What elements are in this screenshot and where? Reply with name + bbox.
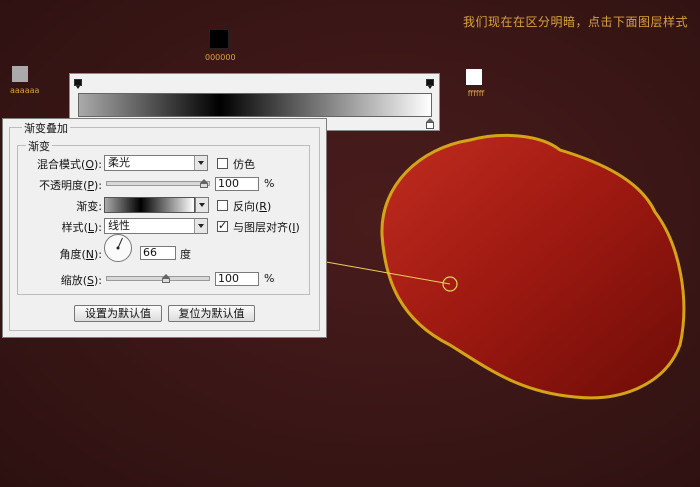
align-with-layer-checkbox[interactable] bbox=[217, 219, 228, 232]
gradient-overlay-panel: 渐变叠加 渐变 混合模式(O): 柔光 仿色 不透明度(P): 100 % 渐变… bbox=[2, 118, 327, 338]
blend-mode-label: 混合模式(O): bbox=[37, 158, 102, 171]
align-with-layer-label: 与图层对齐(I) bbox=[233, 221, 300, 234]
dither-label: 仿色 bbox=[233, 158, 255, 171]
opacity-stop-left[interactable] bbox=[74, 79, 82, 89]
dither-checkbox[interactable] bbox=[217, 158, 228, 169]
reset-to-default-button[interactable]: 复位为默认值 bbox=[168, 305, 255, 322]
blend-mode-value: 柔光 bbox=[108, 156, 130, 169]
angle-unit: 度 bbox=[180, 248, 191, 261]
angle-label: 角度(N): bbox=[59, 248, 102, 261]
chevron-down-icon[interactable] bbox=[196, 198, 208, 212]
opacity-stop-right[interactable] bbox=[426, 79, 434, 89]
reverse-label: 反向(R) bbox=[233, 200, 272, 213]
scale-input[interactable]: 100 bbox=[215, 272, 259, 286]
color-stop-white[interactable] bbox=[426, 118, 434, 130]
reverse-checkbox[interactable] bbox=[217, 200, 228, 211]
gradient-picker-dropdown[interactable] bbox=[195, 197, 209, 213]
style-label: 样式(L): bbox=[61, 221, 102, 234]
scale-label: 缩放(S): bbox=[60, 274, 102, 287]
red-shape bbox=[380, 133, 686, 400]
angle-input[interactable]: 66 bbox=[140, 246, 176, 260]
opacity-label: 不透明度(P): bbox=[39, 179, 102, 192]
chevron-down-icon[interactable] bbox=[194, 219, 207, 233]
scale-slider-thumb[interactable] bbox=[162, 274, 170, 283]
style-select[interactable]: 线性 bbox=[104, 218, 208, 234]
gradient-label: 渐变: bbox=[76, 200, 102, 213]
opacity-unit: % bbox=[264, 177, 275, 190]
make-default-button[interactable]: 设置为默认值 bbox=[74, 305, 162, 322]
gradient-overlay-group: 渐变叠加 渐变 混合模式(O): 柔光 仿色 不透明度(P): 100 % 渐变… bbox=[9, 120, 320, 331]
panel-title: 渐变叠加 bbox=[22, 120, 70, 136]
angle-dial-needle bbox=[116, 237, 123, 250]
style-value: 线性 bbox=[108, 219, 130, 232]
gradient-bar[interactable] bbox=[78, 93, 432, 117]
opacity-slider[interactable] bbox=[106, 181, 210, 186]
chevron-down-icon[interactable] bbox=[194, 156, 207, 170]
opacity-slider-thumb[interactable] bbox=[200, 179, 208, 188]
angle-dial[interactable] bbox=[104, 234, 132, 262]
gradient-preview[interactable] bbox=[104, 197, 195, 213]
group-title: 渐变 bbox=[26, 138, 52, 154]
scale-unit: % bbox=[264, 272, 275, 285]
opacity-input[interactable]: 100 bbox=[215, 177, 259, 191]
blend-mode-select[interactable]: 柔光 bbox=[104, 155, 208, 171]
scale-slider[interactable] bbox=[106, 276, 210, 281]
